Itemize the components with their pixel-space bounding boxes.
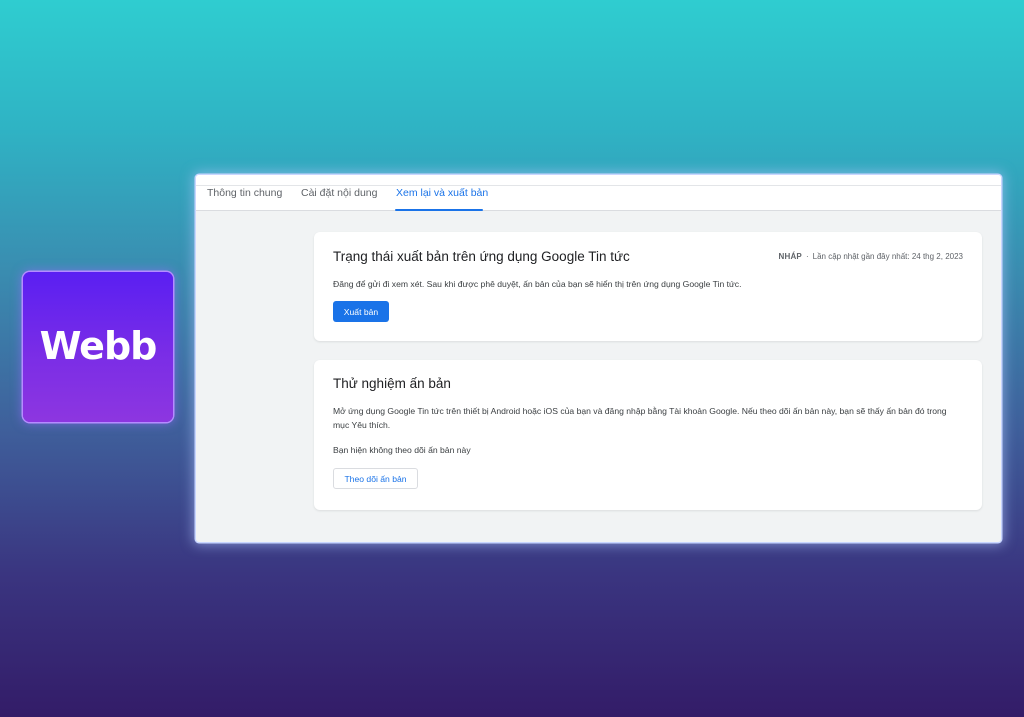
follow-edition-button[interactable]: Theo dõi ấn bản <box>333 468 418 489</box>
publish-status-card: Trạng thái xuất bản trên ứng dụng Google… <box>314 232 982 341</box>
tab-content-settings[interactable]: Cài đặt nội dung <box>301 187 377 199</box>
publish-status-title: Trạng thái xuất bản trên ứng dụng Google… <box>333 249 630 264</box>
test-edition-description: Mở ứng dụng Google Tin tức trên thiết bị… <box>333 406 947 430</box>
tab-review-publish[interactable]: Xem lại và xuất bản <box>396 187 488 199</box>
last-updated-text: Lần cập nhật gần đây nhất: 24 thg 2, 202… <box>812 252 963 261</box>
logo-text: Webb <box>39 324 158 368</box>
tab-bar-divider <box>196 185 1001 186</box>
status-badge: NHÁP <box>778 252 802 261</box>
test-edition-title: Thử nghiệm ấn bản <box>333 376 451 391</box>
meta-separator: · <box>805 252 809 261</box>
webb-logo: Webb <box>23 272 173 422</box>
active-tab-indicator <box>395 209 483 211</box>
test-edition-card: Thử nghiệm ấn bản Mở ứng dụng Google Tin… <box>314 360 982 510</box>
tab-general-info[interactable]: Thông tin chung <box>207 187 282 199</box>
publish-meta: NHÁP · Lần cập nhật gần đây nhất: 24 thg 2… <box>779 252 964 261</box>
publish-description: Đăng để gửi đi xem xét. Sau khi được phê… <box>333 279 742 289</box>
publish-button[interactable]: Xuất bản <box>333 301 389 322</box>
publisher-window: Thông tin chung Cài đặt nội dung Xem lại… <box>196 175 1001 542</box>
follow-status-text: Bạn hiện không theo dõi ấn bản này <box>333 445 471 455</box>
